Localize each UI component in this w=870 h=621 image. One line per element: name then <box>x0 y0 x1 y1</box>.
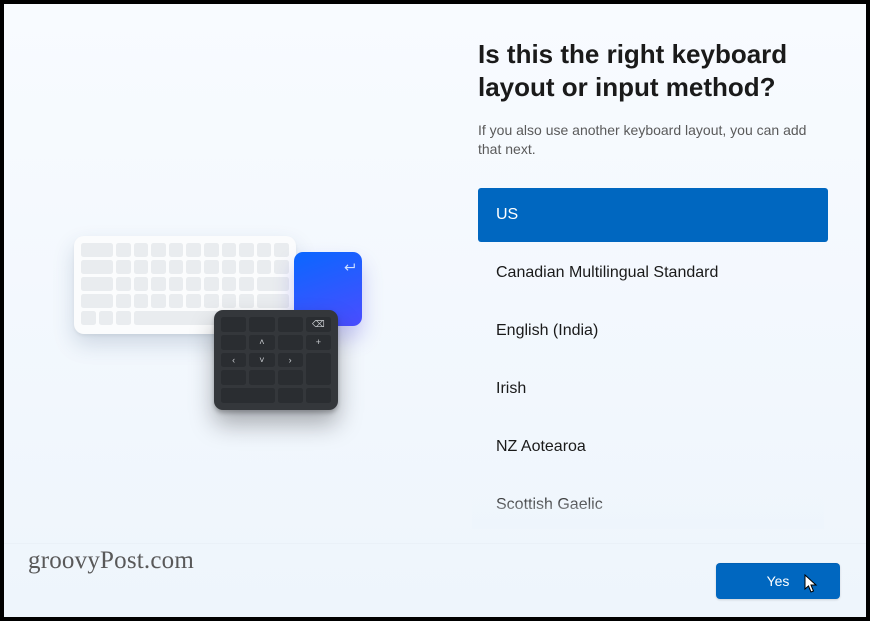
enter-icon <box>342 260 356 274</box>
layout-option[interactable]: Scottish Gaelic <box>478 478 828 529</box>
layout-option[interactable]: Irish <box>478 362 828 416</box>
keyboard-illustration: ⌫ ˄+ ‹˅› <box>74 236 374 436</box>
page-title: Is this the right keyboard layout or inp… <box>478 38 828 105</box>
form-column: Is this the right keyboard layout or inp… <box>472 38 828 529</box>
watermark-text: groovyPost.com <box>28 547 194 575</box>
layout-option[interactable]: US <box>478 188 828 242</box>
layout-option[interactable]: Canadian Multilingual Standard <box>478 246 828 300</box>
content-area: ⌫ ˄+ ‹˅› Is this the right keyboard layo… <box>4 4 866 617</box>
page-subtitle: If you also use another keyboard layout,… <box>478 121 828 160</box>
layout-option[interactable]: NZ Aotearoa <box>478 420 828 474</box>
keyboard-layout-list[interactable]: US Canadian Multilingual Standard Englis… <box>478 188 828 529</box>
yes-button[interactable]: Yes <box>716 563 840 599</box>
numpad-icon: ⌫ ˄+ ‹˅› <box>214 310 338 410</box>
layout-option[interactable]: English (India) <box>478 304 828 358</box>
oobe-window: ⌫ ˄+ ‹˅› Is this the right keyboard layo… <box>4 4 866 617</box>
illustration-column: ⌫ ˄+ ‹˅› <box>42 38 472 529</box>
